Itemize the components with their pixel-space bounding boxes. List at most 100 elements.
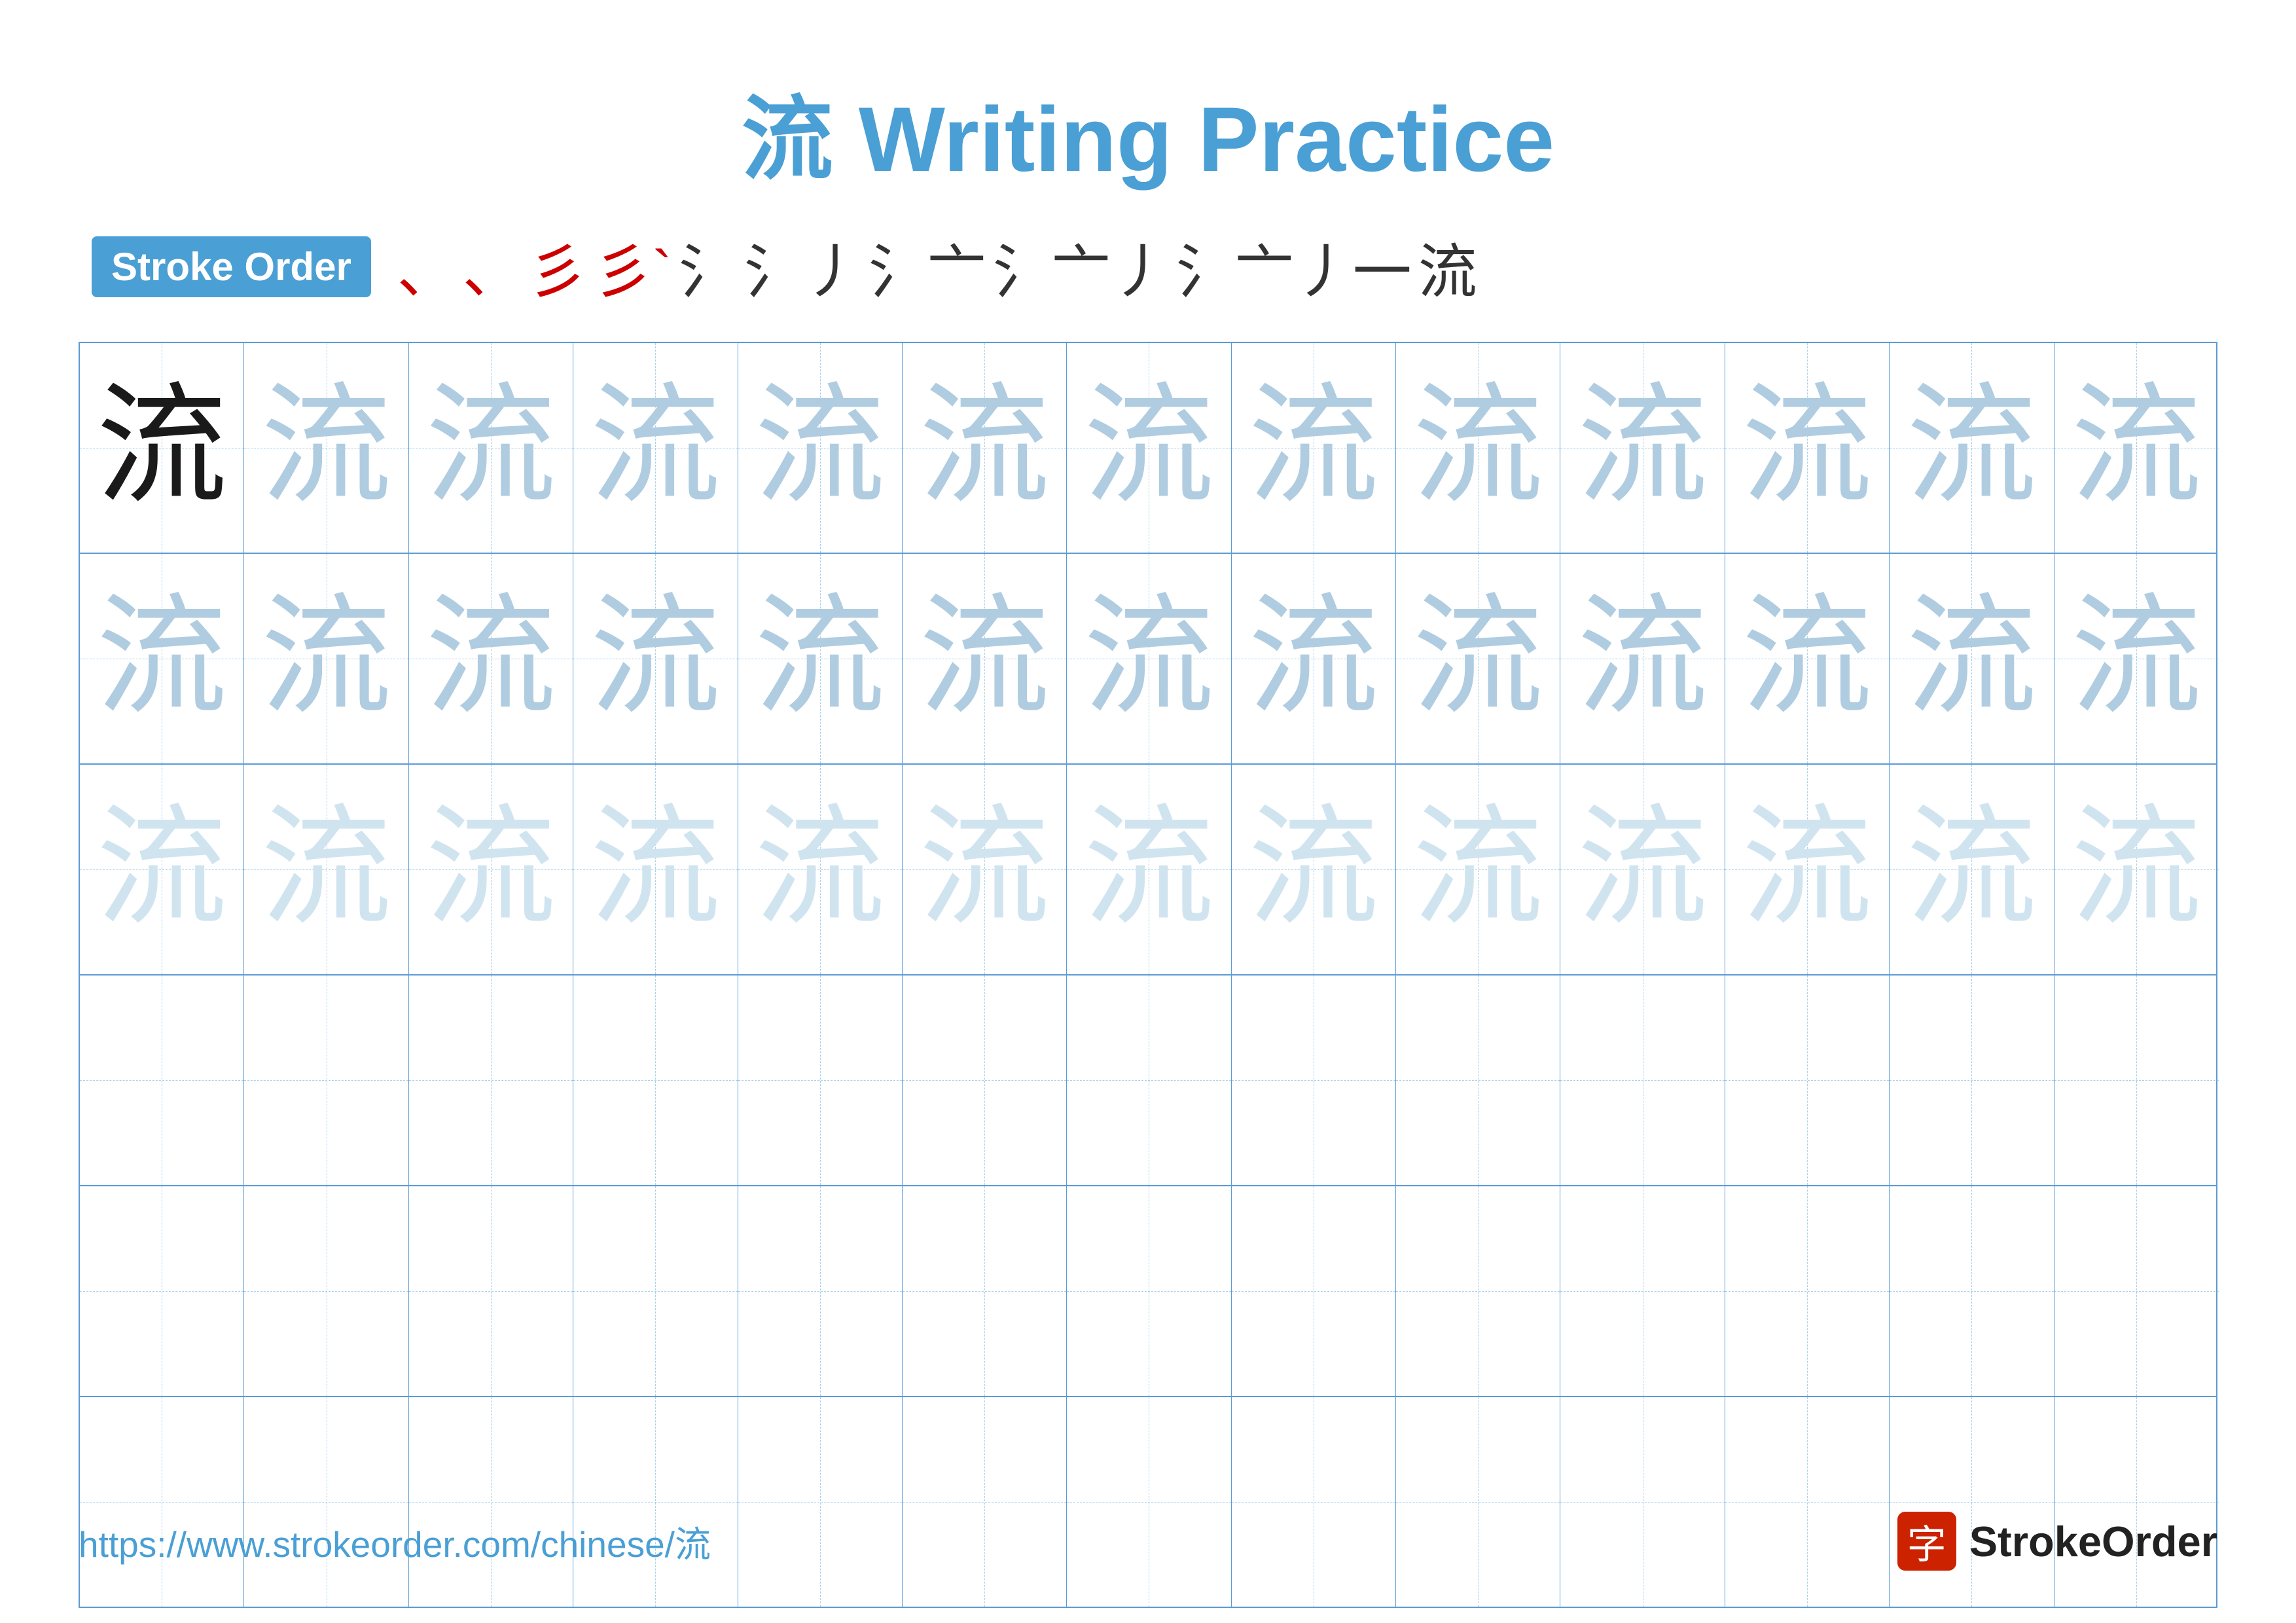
cell-6-4[interactable]: [573, 1397, 738, 1607]
cell-6-13[interactable]: [2054, 1397, 2219, 1607]
page-title: 流 Writing Practice: [742, 65, 1554, 198]
grid-row-1: 流 流 流 流 流 流 流 流 流 流 流 流 流: [80, 343, 2216, 554]
footer-logo: 字 StrokeOrder: [1897, 1512, 2217, 1571]
cell-3-11: 流: [1725, 765, 1890, 974]
cell-5-4[interactable]: [573, 1186, 738, 1396]
logo-char: 字: [1907, 1513, 1946, 1570]
cell-2-10: 流: [1560, 554, 1725, 763]
cell-6-10[interactable]: [1560, 1397, 1725, 1607]
cell-2-13: 流: [2054, 554, 2219, 763]
cell-4-12[interactable]: [1890, 976, 2054, 1185]
char-light: 流: [425, 804, 556, 935]
cell-1-13: 流: [2054, 343, 2219, 553]
cell-5-2[interactable]: [244, 1186, 408, 1396]
char-medium: 流: [919, 382, 1050, 513]
cell-4-1[interactable]: [80, 976, 244, 1185]
cell-1-1: 流: [80, 343, 244, 553]
cell-2-2: 流: [244, 554, 408, 763]
cell-3-9: 流: [1396, 765, 1560, 974]
cell-4-13[interactable]: [2054, 976, 2219, 1185]
cell-3-10: 流: [1560, 765, 1725, 974]
grid-row-5: [80, 1186, 2216, 1397]
char-medium: 流: [755, 593, 886, 724]
char-medium: 流: [261, 593, 392, 724]
stroke-10: 流: [1418, 224, 1477, 309]
cell-5-10[interactable]: [1560, 1186, 1725, 1396]
cell-4-3[interactable]: [409, 976, 573, 1185]
cell-2-9: 流: [1396, 554, 1560, 763]
char-medium: 流: [1248, 382, 1379, 513]
footer: https://www.strokeorder.com/chinese/流 字 …: [79, 1512, 2217, 1571]
char-medium: 流: [1906, 382, 2037, 513]
cell-4-10[interactable]: [1560, 976, 1725, 1185]
cell-4-4[interactable]: [573, 976, 738, 1185]
cell-3-5: 流: [738, 765, 903, 974]
grid-row-6: [80, 1397, 2216, 1607]
cell-6-7[interactable]: [1067, 1397, 1231, 1607]
cell-5-3[interactable]: [409, 1186, 573, 1396]
stroke-5: 氵: [679, 224, 738, 309]
cell-3-3: 流: [409, 765, 573, 974]
char-medium: 流: [590, 593, 721, 724]
cell-5-1[interactable]: [80, 1186, 244, 1396]
footer-logo-text: StrokeOrder: [1969, 1517, 2217, 1566]
cell-4-9[interactable]: [1396, 976, 1560, 1185]
cell-6-9[interactable]: [1396, 1397, 1560, 1607]
cell-6-8[interactable]: [1232, 1397, 1396, 1607]
char-medium: 流: [1577, 593, 1708, 724]
stroke-7: 氵亠: [869, 224, 986, 309]
cell-4-8[interactable]: [1232, 976, 1396, 1185]
cell-5-6[interactable]: [903, 1186, 1067, 1396]
cell-2-7: 流: [1067, 554, 1231, 763]
stroke-2: 、: [463, 224, 522, 309]
char-dark: 流: [96, 382, 227, 513]
cell-1-11: 流: [1725, 343, 1890, 553]
cell-6-6[interactable]: [903, 1397, 1067, 1607]
grid-row-2: 流 流 流 流 流 流 流 流 流 流 流 流 流: [80, 554, 2216, 765]
cell-6-11[interactable]: [1725, 1397, 1890, 1607]
cell-6-12[interactable]: [1890, 1397, 2054, 1607]
stroke-6: 氵丿: [744, 224, 862, 309]
char-medium: 流: [1412, 382, 1543, 513]
grid-row-4: [80, 976, 2216, 1186]
cell-4-7[interactable]: [1067, 976, 1231, 1185]
char-light: 流: [1083, 804, 1214, 935]
cell-5-13[interactable]: [2054, 1186, 2219, 1396]
char-medium: 流: [261, 382, 392, 513]
cell-5-12[interactable]: [1890, 1186, 2054, 1396]
stroke-1: 、: [397, 224, 456, 309]
cell-1-8: 流: [1232, 343, 1396, 553]
cell-3-8: 流: [1232, 765, 1396, 974]
footer-url: https://www.strokeorder.com/chinese/流: [79, 1515, 711, 1567]
cell-5-5[interactable]: [738, 1186, 903, 1396]
char-medium: 流: [1577, 382, 1708, 513]
char-medium: 流: [1906, 593, 2037, 724]
strokeorder-logo-icon: 字: [1897, 1512, 1956, 1571]
cell-6-3[interactable]: [409, 1397, 573, 1607]
char-light: 流: [261, 804, 392, 935]
cell-1-4: 流: [573, 343, 738, 553]
cell-5-7[interactable]: [1067, 1186, 1231, 1396]
cell-4-2[interactable]: [244, 976, 408, 1185]
char-medium: 流: [425, 382, 556, 513]
cell-2-4: 流: [573, 554, 738, 763]
char-medium: 流: [755, 382, 886, 513]
cell-3-13: 流: [2054, 765, 2219, 974]
cell-4-11[interactable]: [1725, 976, 1890, 1185]
char-medium: 流: [1083, 382, 1214, 513]
cell-6-2[interactable]: [244, 1397, 408, 1607]
cell-6-1[interactable]: [80, 1397, 244, 1607]
cell-5-8[interactable]: [1232, 1186, 1396, 1396]
cell-2-12: 流: [1890, 554, 2054, 763]
stroke-3: 彡: [528, 224, 587, 309]
cell-6-5[interactable]: [738, 1397, 903, 1607]
cell-5-9[interactable]: [1396, 1186, 1560, 1396]
char-medium: 流: [96, 593, 227, 724]
cell-4-5[interactable]: [738, 976, 903, 1185]
char-medium: 流: [590, 382, 721, 513]
grid-row-3: 流 流 流 流 流 流 流 流 流 流 流 流 流: [80, 765, 2216, 976]
cell-5-11[interactable]: [1725, 1186, 1890, 1396]
char-light: 流: [2071, 804, 2202, 935]
cell-1-12: 流: [1890, 343, 2054, 553]
cell-4-6[interactable]: [903, 976, 1067, 1185]
